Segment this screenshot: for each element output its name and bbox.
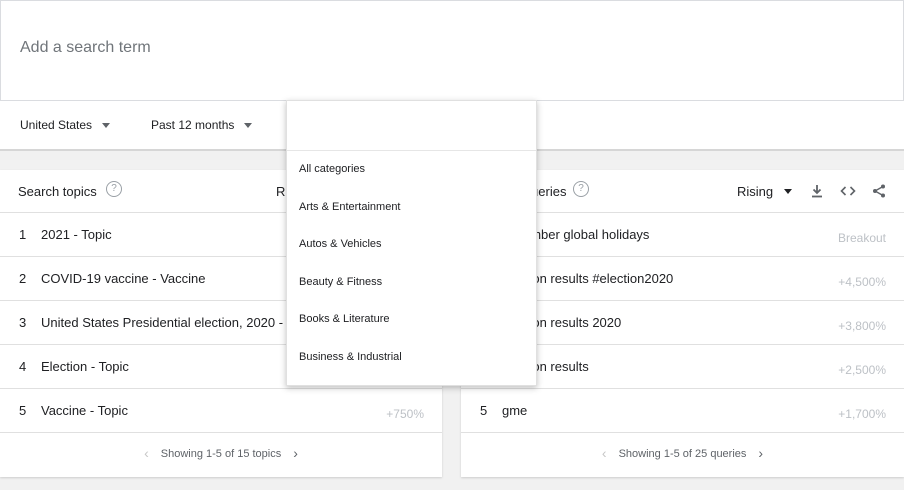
region-filter[interactable]: United States bbox=[20, 118, 111, 132]
pager-label: Showing 1-5 of 25 queries bbox=[618, 448, 747, 460]
chevron-right-icon[interactable]: › bbox=[293, 445, 298, 461]
row-label[interactable]: Election - Topic bbox=[41, 359, 129, 374]
row-value: Breakout bbox=[837, 231, 886, 245]
card-title: Search topics bbox=[18, 184, 97, 199]
row-label[interactable]: gme bbox=[502, 403, 527, 418]
row-value: +3,800% bbox=[838, 319, 886, 333]
sort-select[interactable]: Rising bbox=[737, 184, 793, 199]
row-rank: 3 bbox=[19, 315, 27, 330]
category-option[interactable]: Books & Literature bbox=[287, 301, 536, 339]
help-icon[interactable]: ? bbox=[106, 181, 122, 197]
row-label[interactable]: United States Presidential election, 202… bbox=[41, 315, 300, 330]
row-label[interactable]: 2021 - Topic bbox=[41, 227, 112, 242]
category-dropdown: All categories Arts & Entertainment Auto… bbox=[286, 100, 537, 386]
chevron-left-icon[interactable]: ‹ bbox=[602, 445, 607, 461]
time-filter[interactable]: Past 12 months bbox=[151, 118, 253, 132]
help-icon[interactable]: ? bbox=[573, 181, 589, 197]
pager-label: Showing 1-5 of 15 topics bbox=[160, 448, 282, 460]
caret-down-icon bbox=[102, 122, 111, 128]
row-value: +4,500% bbox=[838, 275, 886, 289]
category-option[interactable]: Autos & Vehicles bbox=[287, 226, 536, 264]
caret-down-icon bbox=[244, 122, 253, 128]
pager: ‹ Showing 1-5 of 25 queries › bbox=[461, 445, 904, 461]
row-rank: 4 bbox=[19, 359, 27, 374]
category-search-input[interactable] bbox=[287, 101, 536, 150]
row-label[interactable]: Vaccine - Topic bbox=[41, 403, 128, 418]
row-rank: 5 bbox=[19, 403, 27, 418]
sort-label: Rising bbox=[737, 184, 774, 199]
category-option[interactable]: Arts & Entertainment bbox=[287, 189, 536, 227]
card-footer: ‹ Showing 1-5 of 25 queries › bbox=[461, 433, 904, 476]
embed-code-icon[interactable] bbox=[840, 183, 856, 199]
table-row[interactable]: 5 gme +1,700% bbox=[461, 389, 904, 433]
row-value: +750% bbox=[386, 407, 424, 421]
row-rank: 2 bbox=[19, 271, 27, 286]
download-icon[interactable] bbox=[809, 183, 825, 199]
pager: ‹ Showing 1-5 of 15 topics › bbox=[0, 445, 442, 461]
row-rank: 5 bbox=[480, 403, 488, 418]
region-filter-label: United States bbox=[20, 118, 93, 132]
search-term-input[interactable] bbox=[20, 39, 620, 57]
category-option[interactable]: All categories bbox=[287, 151, 536, 189]
category-option[interactable]: Business & Industrial bbox=[287, 339, 536, 377]
chevron-left-icon[interactable]: ‹ bbox=[144, 445, 149, 461]
row-value: +1,700% bbox=[838, 407, 886, 421]
chevron-right-icon[interactable]: › bbox=[758, 445, 763, 461]
caret-down-icon bbox=[784, 189, 793, 194]
row-rank: 1 bbox=[19, 227, 27, 242]
card-footer: ‹ Showing 1-5 of 15 topics › bbox=[0, 433, 442, 476]
row-value: +2,500% bbox=[838, 363, 886, 377]
table-row[interactable]: 5 Vaccine - Topic +750% bbox=[0, 389, 442, 433]
search-bar bbox=[0, 0, 904, 101]
category-search bbox=[287, 101, 536, 151]
row-label[interactable]: COVID-19 vaccine - Vaccine bbox=[41, 271, 206, 286]
category-option[interactable]: Beauty & Fitness bbox=[287, 264, 536, 302]
share-icon[interactable] bbox=[871, 183, 887, 199]
time-filter-label: Past 12 months bbox=[151, 118, 235, 132]
